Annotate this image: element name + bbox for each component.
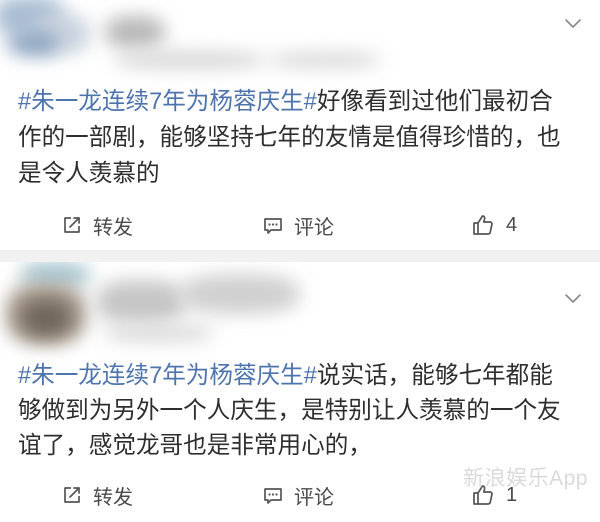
username-blur bbox=[180, 274, 300, 314]
thumbs-up-icon bbox=[473, 215, 493, 235]
post-text: #朱一龙连续7年为杨蓉庆生#好像看到过他们最初合 作的一部剧，能够坚持七年的友情… bbox=[18, 84, 561, 192]
avatar-blur bbox=[22, 300, 70, 336]
repost-label: 转发 bbox=[93, 486, 133, 509]
username-blur bbox=[105, 16, 165, 48]
hashtag-link[interactable]: #朱一龙连续7年为杨蓉庆生# bbox=[18, 363, 317, 389]
comment-button[interactable]: 评论 bbox=[262, 480, 334, 510]
avatar[interactable] bbox=[0, 0, 95, 64]
username[interactable] bbox=[90, 266, 320, 351]
repost-label: 转发 bbox=[93, 216, 133, 239]
chevron-down-icon[interactable] bbox=[564, 293, 582, 305]
post-text-line: 够做到为另外一个人庆生，是特别让人羡慕的一个友 bbox=[18, 398, 561, 424]
like-count: 4 bbox=[506, 213, 518, 236]
hashtag-link[interactable]: #朱一龙连续7年为杨蓉庆生# bbox=[18, 89, 317, 115]
post-text-line: 谊了，感觉龙哥也是非常用心的， bbox=[18, 433, 372, 459]
action-bar: 转发 评论 4 bbox=[0, 210, 600, 240]
repost-button[interactable]: 转发 bbox=[61, 210, 133, 240]
username-blur bbox=[96, 280, 186, 324]
comment-label: 评论 bbox=[294, 486, 334, 509]
post-separator bbox=[0, 250, 600, 262]
comment-icon bbox=[264, 218, 282, 234]
post-text-segment: 好像看到过他们最初合 bbox=[316, 89, 553, 115]
post-text-line: #朱一龙连续7年为杨蓉庆生#好像看到过他们最初合 bbox=[18, 84, 561, 120]
comment-label: 评论 bbox=[294, 216, 334, 239]
username[interactable] bbox=[95, 10, 395, 80]
chevron-down-icon[interactable] bbox=[564, 18, 582, 30]
username-blur bbox=[104, 324, 214, 342]
repost-icon bbox=[64, 217, 80, 233]
post-text-segment: 说实话，能够七年都能 bbox=[316, 363, 553, 389]
watermark: 新浪娱乐App bbox=[463, 467, 588, 490]
post-text-line: 作的一部剧，能够坚持七年的友情是值得珍惜的，也 bbox=[18, 125, 561, 151]
username-blur bbox=[115, 52, 265, 68]
repost-button[interactable]: 转发 bbox=[61, 480, 133, 510]
comment-button[interactable]: 评论 bbox=[262, 210, 334, 240]
username-blur bbox=[270, 52, 380, 68]
weibo-post: #朱一龙连续7年为杨蓉庆生#好像看到过他们最初合 作的一部剧，能够坚持七年的友情… bbox=[0, 0, 600, 250]
post-text: #朱一龙连续7年为杨蓉庆生#说实话，能够七年都能 够做到为另外一个人庆生，是特别… bbox=[18, 359, 561, 464]
post-text-line: 是令人羡慕的 bbox=[18, 161, 160, 187]
post-text-line: #朱一龙连续7年为杨蓉庆生#说实话，能够七年都能 bbox=[18, 359, 561, 394]
repost-icon bbox=[64, 487, 80, 503]
like-button[interactable]: 4 bbox=[471, 210, 517, 240]
avatar-blur bbox=[8, 30, 58, 56]
avatar[interactable] bbox=[0, 262, 95, 352]
comment-icon bbox=[264, 488, 282, 504]
